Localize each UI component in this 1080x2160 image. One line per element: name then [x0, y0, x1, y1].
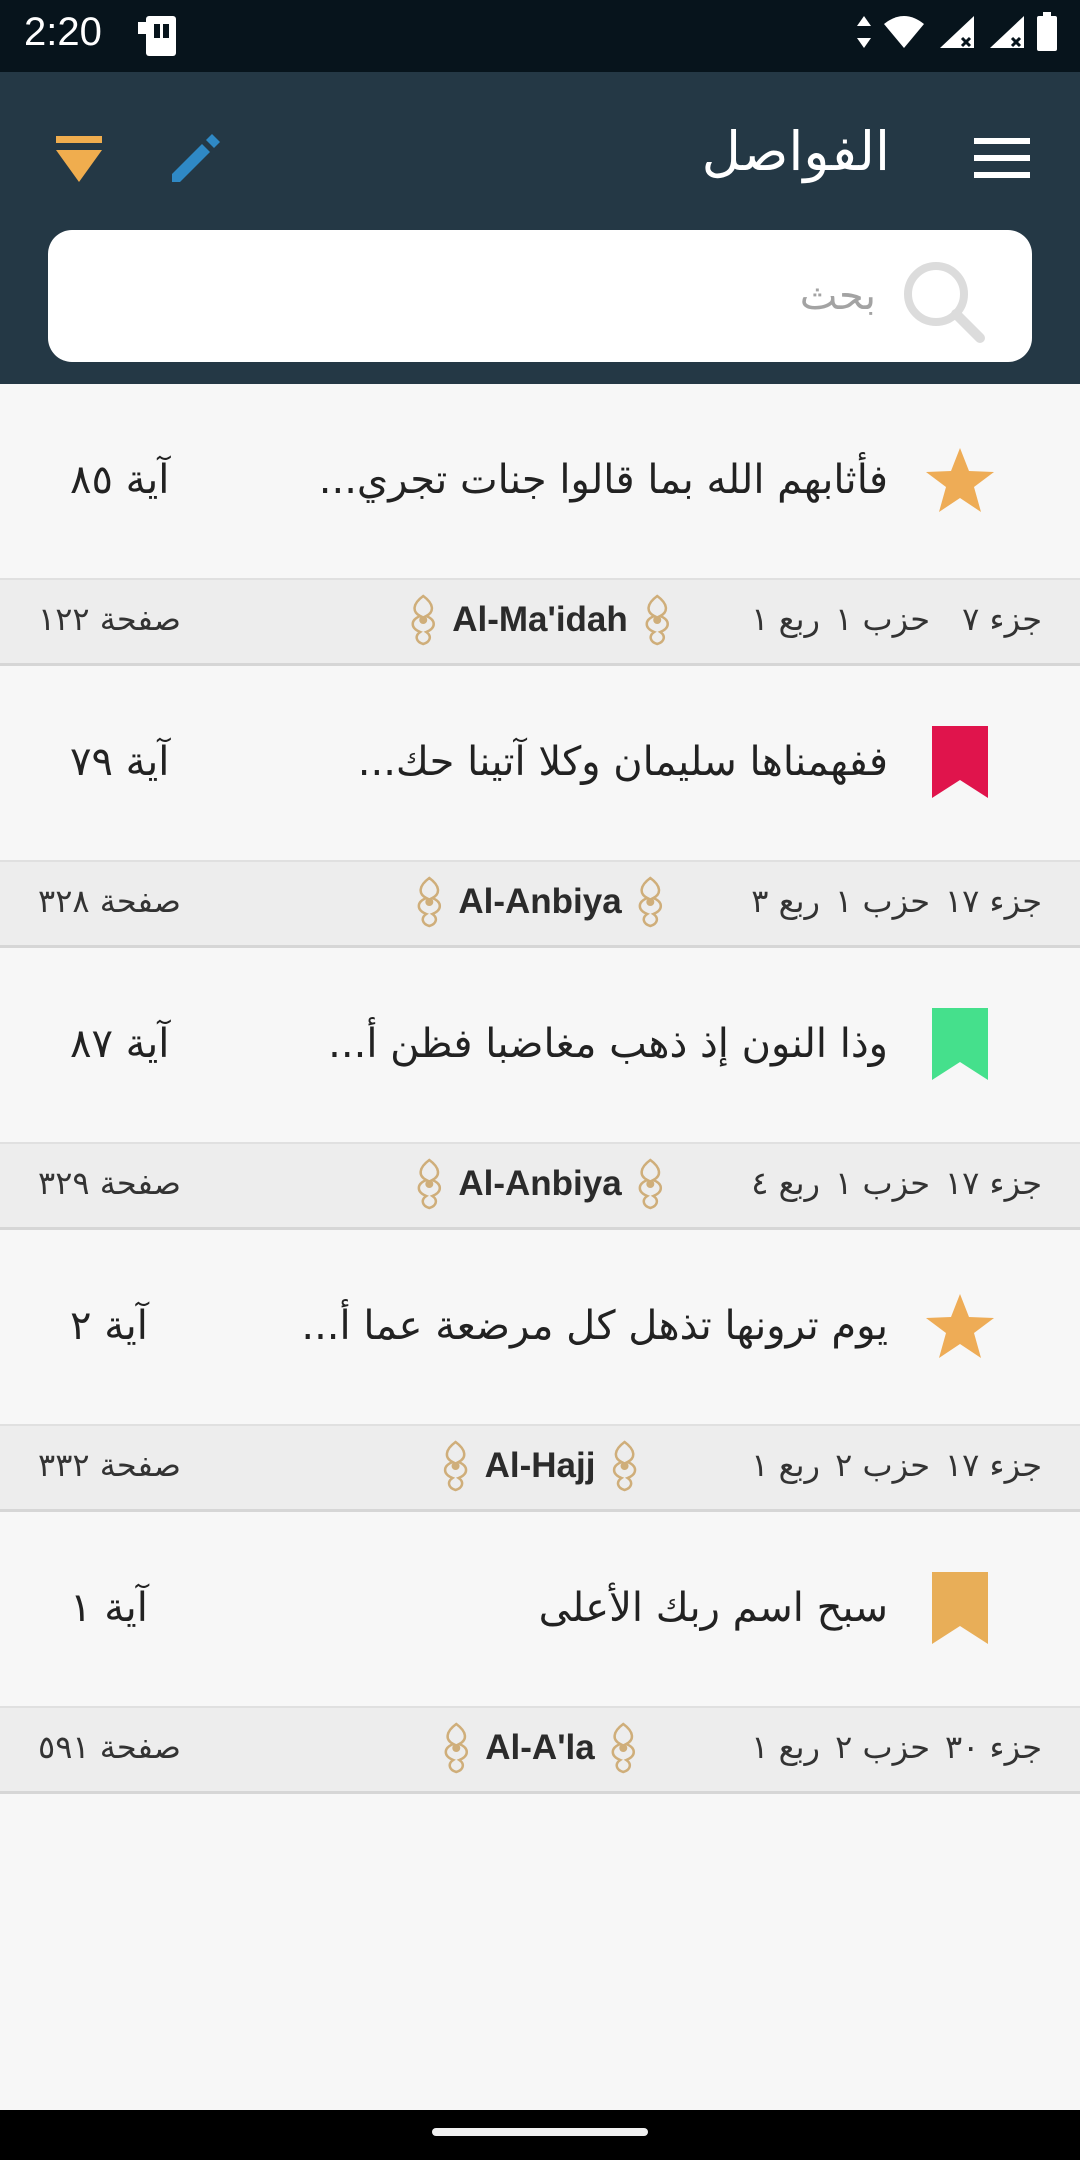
- aya-number: آية ٨٥: [70, 457, 170, 503]
- verse-row[interactable]: ففهمناها سليمان وكلا آتينا حك... آية ٧٩: [0, 666, 1080, 860]
- hizb-label: حزب ٢: [835, 1446, 930, 1484]
- system-icons: [856, 12, 1058, 56]
- bookmark-icon: [924, 1008, 996, 1080]
- surah-label: Al-Anbiya: [458, 882, 622, 921]
- list-item[interactable]: ففهمناها سليمان وكلا آتينا حك... آية ٧٩ …: [0, 666, 1080, 948]
- verse-text: يوم ترونها تذهل كل مرضعة عما أ...: [301, 1303, 888, 1349]
- menu-button[interactable]: [970, 134, 1034, 182]
- ornament-icon: [444, 1722, 468, 1774]
- rub-label: ربع ٣: [751, 882, 820, 920]
- home-gesture-handle[interactable]: [432, 2128, 648, 2136]
- verse-row[interactable]: سبح اسم ربك الأعلى آية ١: [0, 1512, 1080, 1706]
- verse-text: ففهمناها سليمان وكلا آتينا حك...: [357, 739, 888, 785]
- sim-card-icon: [136, 14, 182, 62]
- surah-label: Al-A'la: [485, 1728, 595, 1767]
- rub-label: ربع ٤: [751, 1164, 820, 1202]
- verse-text: وذا النون إذ ذهب مغاضبا فظن أ...: [328, 1021, 888, 1067]
- search-bar[interactable]: [48, 230, 1032, 362]
- verse-info-row: جزء ٣٠ حزب ٢ ربع ١ Al-A'la صفحة ٥٩١: [0, 1706, 1080, 1794]
- signal-2-icon: [986, 14, 1026, 54]
- ornament-icon: [612, 1440, 637, 1492]
- surah-name: Al-Ma'idah: [406, 594, 674, 646]
- search-input[interactable]: [176, 260, 876, 332]
- juz-label: جزء ١٧: [944, 882, 1042, 920]
- verse-info-row: جزء ١٧ حزب ١ ربع ٣ Al-Anbiya صفحة ٣٢٨: [0, 860, 1080, 948]
- verse-info-row: جزء ١٧ حزب ١ ربع ٤ Al-Anbiya صفحة ٣٢٩: [0, 1142, 1080, 1230]
- rub-label: ربع ١: [751, 1446, 820, 1484]
- battery-icon: [1036, 12, 1058, 56]
- surah-name: Al-Hajj: [439, 1440, 642, 1492]
- navigation-bar: [0, 2110, 1080, 2160]
- ornament-icon: [638, 1158, 663, 1210]
- ornament-icon: [417, 876, 442, 928]
- page-label: صفحة ٥٩١: [38, 1728, 181, 1766]
- star-icon: [924, 444, 996, 516]
- ornament-icon: [443, 1440, 468, 1492]
- rub-label: ربع ١: [751, 1728, 820, 1766]
- bookmark-list: فأثابهم الله بما قالوا جنات تجري... آية …: [0, 384, 1080, 1794]
- page-label: صفحة ٣٣٢: [38, 1446, 181, 1484]
- verse-row[interactable]: يوم ترونها تذهل كل مرضعة عما أ... آية ٢: [0, 1230, 1080, 1424]
- hamburger-menu-icon: [974, 138, 1030, 178]
- rub-label: ربع ١: [751, 600, 820, 638]
- page-title: الفواصل: [701, 120, 890, 183]
- aya-number: آية ١: [70, 1585, 148, 1631]
- juz-label: جزء ٣٠: [944, 1728, 1042, 1766]
- bookmark-icon: [924, 726, 996, 798]
- ornament-icon: [638, 876, 663, 928]
- status-time: 2:20: [24, 10, 102, 54]
- hizb-label: حزب ١: [835, 600, 930, 638]
- verse-text: سبح اسم ربك الأعلى: [538, 1585, 888, 1631]
- verse-text: فأثابهم الله بما قالوا جنات تجري...: [318, 457, 888, 503]
- surah-name: Al-A'la: [439, 1722, 640, 1774]
- verse-row[interactable]: وذا النون إذ ذهب مغاضبا فظن أ... آية ٨٧: [0, 948, 1080, 1142]
- star-icon: [924, 1290, 996, 1362]
- page-label: صفحة ٣٢٨: [38, 882, 181, 920]
- app-bar: الفواصل: [0, 72, 1080, 384]
- aya-number: آية ٨٧: [70, 1021, 170, 1067]
- surah-label: Al-Ma'idah: [452, 600, 628, 639]
- aya-number: آية ٢: [70, 1303, 148, 1349]
- surah-name: Al-Anbiya: [412, 876, 667, 928]
- hizb-label: حزب ١: [835, 882, 930, 920]
- sort-filter-icon: [56, 136, 102, 182]
- ornament-icon: [645, 594, 669, 646]
- search-icon: [904, 262, 985, 343]
- verse-info-row: جزء ٧ حزب ١ ربع ١ Al-Ma'idah صفحة ١٢٢: [0, 578, 1080, 666]
- list-item[interactable]: سبح اسم ربك الأعلى آية ١ جزء ٣٠ حزب ٢ رب…: [0, 1512, 1080, 1794]
- page-label: صفحة ٣٢٩: [38, 1164, 181, 1202]
- list-item[interactable]: وذا النون إذ ذهب مغاضبا فظن أ... آية ٨٧ …: [0, 948, 1080, 1230]
- pencil-icon: [172, 134, 220, 182]
- list-item[interactable]: يوم ترونها تذهل كل مرضعة عما أ... آية ٢ …: [0, 1230, 1080, 1512]
- hizb-label: حزب ٢: [835, 1728, 930, 1766]
- juz-label: جزء ٧: [962, 600, 1042, 638]
- juz-label: جزء ١٧: [944, 1446, 1042, 1484]
- list-item[interactable]: فأثابهم الله بما قالوا جنات تجري... آية …: [0, 384, 1080, 666]
- surah-label: Al-Hajj: [484, 1446, 596, 1485]
- ornament-icon: [411, 594, 435, 646]
- ornament-icon: [612, 1722, 636, 1774]
- signal-icon: [936, 14, 976, 54]
- surah-label: Al-Anbiya: [458, 1164, 622, 1203]
- ornament-icon: [417, 1158, 442, 1210]
- juz-label: جزء ١٧: [944, 1164, 1042, 1202]
- surah-name: Al-Anbiya: [412, 1158, 667, 1210]
- sort-filter-button[interactable]: [54, 134, 104, 186]
- status-bar: 2:20: [0, 0, 1080, 72]
- data-arrows-icon: [856, 14, 872, 54]
- aya-number: آية ٧٩: [70, 739, 170, 785]
- hizb-label: حزب ١: [835, 1164, 930, 1202]
- page-label: صفحة ١٢٢: [38, 600, 181, 638]
- app-screen: 2:20 الفواصل بحث فأثابهم الله بما قالوا …: [0, 0, 1080, 2160]
- verse-info-row: جزء ١٧ حزب ٢ ربع ١ Al-Hajj صفحة ٣٣٢: [0, 1424, 1080, 1512]
- wifi-icon: [882, 14, 926, 54]
- bookmark-icon: [924, 1572, 996, 1644]
- verse-row[interactable]: فأثابهم الله بما قالوا جنات تجري... آية …: [0, 384, 1080, 578]
- edit-button[interactable]: [166, 130, 222, 186]
